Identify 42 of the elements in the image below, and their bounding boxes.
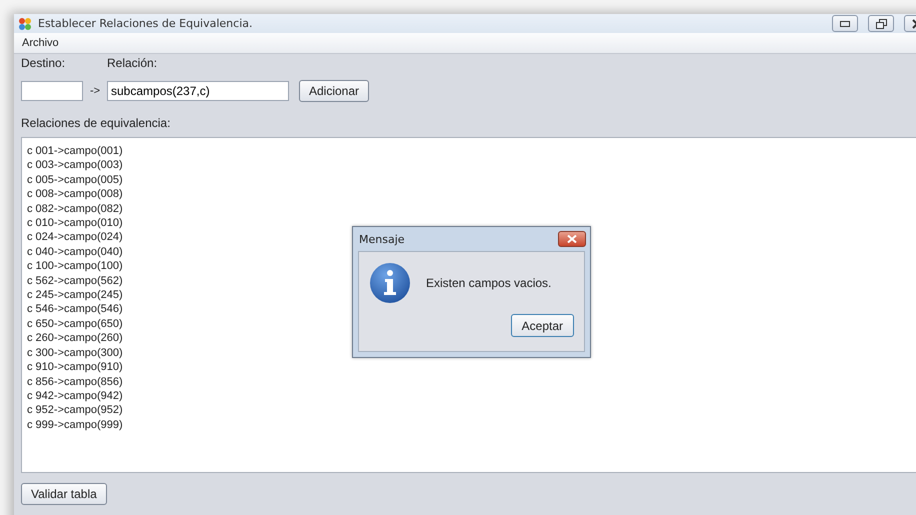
relation-line: c 100->campo(100) bbox=[27, 259, 123, 274]
close-icon bbox=[567, 235, 577, 243]
restore-icon bbox=[876, 18, 886, 28]
relacion-field[interactable]: subcampos(237,c) bbox=[107, 81, 289, 101]
relation-line: c 245->campo(245) bbox=[27, 288, 123, 302]
relacion-label: Relación: bbox=[107, 56, 158, 70]
relations-text-area[interactable] bbox=[21, 137, 916, 473]
relation-line: c 082->campo(082) bbox=[27, 202, 123, 216]
destino-label: Destino: bbox=[21, 56, 66, 70]
info-icon bbox=[369, 262, 411, 304]
relation-line: c 024->campo(024) bbox=[27, 230, 123, 245]
accept-button[interactable]: Aceptar bbox=[510, 314, 574, 337]
relation-line: c 942->campo(942) bbox=[27, 388, 123, 404]
relation-line: c 650->campo(650) bbox=[27, 316, 123, 332]
minimize-button[interactable] bbox=[832, 15, 858, 32]
relation-line: c 562->campo(562) bbox=[27, 274, 123, 288]
menu-item[interactable]: Archivo bbox=[22, 37, 59, 49]
app-icon bbox=[18, 16, 32, 30]
validate-button[interactable]: Validar tabla bbox=[21, 483, 107, 505]
window-title: Establecer Relaciones de Equivalencia. bbox=[38, 17, 252, 30]
dialog-message: Existen campos vacios. bbox=[426, 276, 552, 290]
relation-line: c 260->campo(260) bbox=[27, 331, 123, 346]
relation-line: c 005->campo(005) bbox=[27, 172, 123, 188]
relation-line: c 952->campo(952) bbox=[27, 403, 123, 418]
relation-line: c 910->campo(910) bbox=[27, 360, 123, 374]
relation-line: c 040->campo(040) bbox=[27, 244, 123, 260]
relation-line: c 010->campo(010) bbox=[27, 216, 123, 230]
relations-label: Relaciones de equivalencia: bbox=[21, 116, 172, 132]
close-button[interactable] bbox=[558, 231, 586, 247]
destino-field[interactable] bbox=[21, 81, 83, 101]
relation-line: c 001->campo(001) bbox=[27, 144, 123, 158]
add-button[interactable]: Adicionar bbox=[299, 80, 370, 102]
relation-line: c 003->campo(003) bbox=[27, 158, 123, 173]
arrow-text: -> bbox=[88, 85, 102, 97]
restore-button[interactable] bbox=[868, 15, 894, 32]
relation-line: c 546->campo(546) bbox=[27, 302, 123, 317]
relation-line: c 008->campo(008) bbox=[27, 187, 123, 202]
dialog-title: Mensaje bbox=[359, 232, 405, 246]
relation-line: c 856->campo(856) bbox=[27, 374, 123, 389]
minimize-icon bbox=[840, 20, 850, 26]
relation-line: c 300->campo(300) bbox=[27, 346, 123, 360]
relation-line: c 999->campo(999) bbox=[27, 418, 123, 432]
